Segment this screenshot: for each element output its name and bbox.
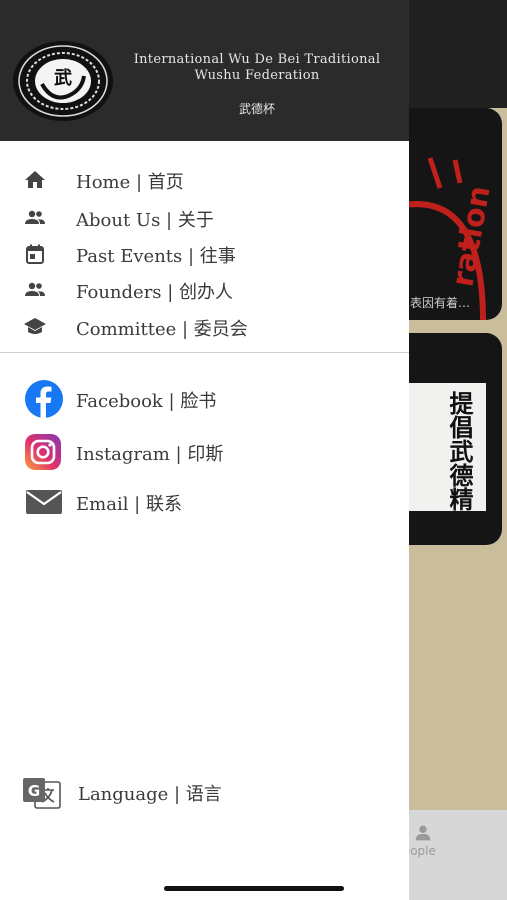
nav-item-about-us[interactable]: About Us | 关于 xyxy=(0,200,409,236)
home-indicator[interactable] xyxy=(164,886,344,891)
nav-item-founders[interactable]: Founders | 创办人 xyxy=(0,272,409,308)
email-icon xyxy=(26,490,62,514)
social-item-label: Instagram | 印斯 xyxy=(76,444,224,465)
svg-text:G: G xyxy=(28,782,40,800)
nav-item-label: Founders | 创办人 xyxy=(76,282,234,303)
instagram-icon xyxy=(25,434,61,470)
navigation-drawer: 武 International Wu De Bei Traditional Wu… xyxy=(0,0,409,900)
calendar-icon xyxy=(26,244,44,264)
language-label: Language | 语言 xyxy=(78,784,222,805)
translate-icon: G xyxy=(23,778,61,809)
nav-item-committee[interactable]: Committee | 委员会 xyxy=(0,309,409,345)
drawer-header: 武 International Wu De Bei Traditional Wu… xyxy=(0,0,409,141)
nav-item-past-events[interactable]: Past Events | 往事 xyxy=(0,236,409,272)
nav-item-label: Committee | 委员会 xyxy=(76,319,248,340)
social-item-email[interactable]: Email | 联系 xyxy=(0,479,409,525)
social-item-label: Email | 联系 xyxy=(76,494,182,515)
organization-subtitle: 武德杯 xyxy=(238,102,275,116)
card-1-art-text: ration xyxy=(445,183,497,289)
nav-item-label: Home | 首页 xyxy=(76,172,184,193)
social-item-instagram[interactable]: Instagram | 印斯 xyxy=(0,429,409,475)
social-item-label: Facebook | 脸书 xyxy=(76,391,217,412)
nav-item-label: About Us | 关于 xyxy=(76,210,214,231)
home-icon xyxy=(25,171,45,188)
federation-logo: 武 xyxy=(13,41,113,121)
organization-title: International Wu De Bei Traditional Wush… xyxy=(133,52,381,83)
card-1-caption: 表因有着… xyxy=(410,296,471,310)
person-icon[interactable] xyxy=(412,822,434,844)
people-icon xyxy=(25,282,45,296)
logo-character: 武 xyxy=(54,68,72,89)
graduation-cap-icon xyxy=(24,318,46,334)
facebook-icon xyxy=(25,380,63,418)
card-2-poster-text: 提倡武德精 xyxy=(445,391,474,511)
card-2-poster: 提倡武德精 xyxy=(408,383,486,511)
nav-item-label: Past Events | 往事 xyxy=(76,246,236,267)
nav-item-home[interactable]: Home | 首页 xyxy=(0,162,409,198)
people-icon xyxy=(25,210,45,224)
language-selector[interactable]: G Language | 语言 xyxy=(0,770,409,814)
drawer-divider xyxy=(0,352,409,353)
social-item-facebook[interactable]: Facebook | 脸书 xyxy=(0,376,409,422)
